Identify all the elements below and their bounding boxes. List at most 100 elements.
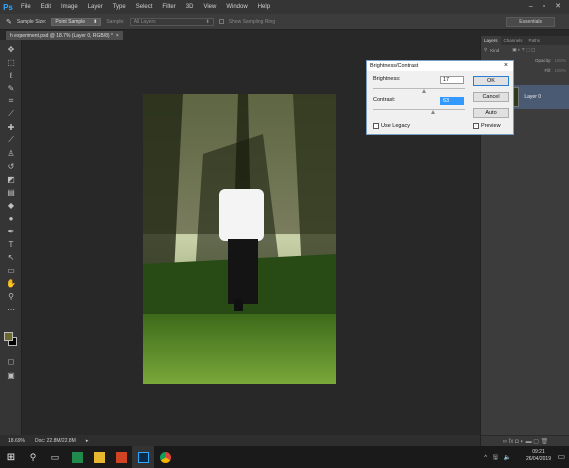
contrast-input[interactable]: 63 (440, 97, 464, 105)
close-icon[interactable]: × (116, 33, 119, 39)
brightness-slider[interactable] (373, 88, 465, 89)
search-icon: ⚲ (484, 47, 488, 52)
zoom-tool-icon[interactable]: ⚲ (6, 291, 16, 301)
path-selection-tool-icon[interactable]: ↖ (6, 252, 16, 262)
ok-button[interactable]: OK (473, 76, 509, 86)
healing-brush-tool-icon[interactable]: ✚ (6, 122, 16, 132)
kind-filter[interactable]: Kind (490, 48, 499, 53)
window-controls[interactable]: – ▫ ✕ (529, 2, 565, 10)
auto-button[interactable]: Auto (473, 108, 509, 118)
blur-tool-icon[interactable]: ◆ (6, 200, 16, 210)
crop-tool-icon[interactable]: ⌗ (6, 96, 16, 106)
chrome-app-icon[interactable] (154, 446, 176, 468)
preview-checkbox[interactable]: ✓ (473, 123, 479, 129)
document-title: h experiment.psd @ 18.7% (Layer 0, RGB/8… (10, 32, 113, 39)
layer-filter-row: ⚲ Kind ▣ ◐ T ⬚ ▢ (481, 45, 569, 55)
workspace-select[interactable]: Essentials (506, 17, 555, 27)
more-tools-icon[interactable]: ⋯ (6, 304, 16, 314)
menu-image[interactable]: Image (56, 4, 83, 10)
chevron-right-icon[interactable]: ▸ (86, 438, 89, 444)
zoom-level[interactable]: 18.69% (8, 438, 25, 444)
clock-time: 09:21 (532, 449, 545, 455)
brightness-input[interactable]: 17 (440, 76, 464, 84)
menu-window[interactable]: Window (221, 4, 252, 10)
show-ring-checkbox[interactable] (218, 19, 224, 24)
chevron-down-icon: ⬍ (205, 18, 210, 25)
menu-layer[interactable]: Layer (83, 4, 108, 10)
clock-date: 26/04/2019 (525, 456, 551, 462)
photoshop-app-icon[interactable] (132, 446, 154, 468)
gradient-tool-icon[interactable]: ▤ (6, 187, 16, 197)
menu-bar: Ps File Edit Image Layer Type Select Fil… (0, 0, 569, 14)
dialog-title: Brightness/Contrast (367, 61, 513, 71)
document-image[interactable] (143, 94, 336, 384)
menu-3d[interactable]: 3D (181, 4, 199, 10)
quick-mask-icon[interactable]: ◻ (6, 356, 16, 366)
close-icon[interactable]: × (504, 62, 508, 69)
menu-filter[interactable]: Filter (157, 4, 180, 10)
task-view-icon[interactable]: ▭ (44, 446, 66, 468)
panel-bottom-icons[interactable]: ∞ fx ◘ ◐ ▬ ▢ 🗑 (481, 435, 569, 446)
system-tray[interactable]: ^ 🖫 🔈 (484, 453, 513, 463)
type-tool-icon[interactable]: T (6, 239, 16, 249)
contrast-slider[interactable] (373, 109, 465, 110)
pen-tool-icon[interactable]: ✒ (6, 226, 16, 236)
brightness-label: Brightness: (373, 76, 401, 82)
menu-type[interactable]: Type (108, 4, 131, 10)
status-bar: 18.69% Doc: 22.8M/22.8M ▸ (0, 435, 480, 446)
publisher-app-icon[interactable] (66, 446, 88, 468)
windows-start-icon[interactable]: ⊞ (0, 446, 22, 468)
powerpoint-app-icon[interactable] (110, 446, 132, 468)
brush-tool-icon[interactable]: ⟋ (6, 135, 16, 145)
options-bar: ✎ Sample Size: Point Sample ⬍ Sample: All… (0, 14, 569, 30)
panel-tabs: Layers Channels Paths (481, 36, 569, 45)
tools-panel: ✥ ⬚ ℓ ✎ ⌗ ⟋ ✚ ⟋ ♙ ↺ ◩ ▤ ◆ ● ✒ T ↖ ▭ ✋ ⚲ … (0, 40, 22, 435)
taskbar: ⊞ ⚲ ▭ ^ 🖫 🔈 09:21 26/04/2019 ▭ (0, 446, 569, 468)
clock[interactable]: 09:21 26/04/2019 (526, 449, 551, 463)
checkmark-icon: ✓ (473, 123, 479, 129)
photoshop-logo: Ps (3, 2, 13, 12)
menu-view[interactable]: View (198, 4, 221, 10)
opacity-value[interactable]: 100% (554, 58, 566, 63)
layer-name[interactable]: Layer 0 (524, 94, 541, 100)
document-tab[interactable]: h experiment.psd @ 18.7% (Layer 0, RGB/8… (6, 31, 123, 40)
fill-value[interactable]: 100% (554, 68, 569, 73)
rectangle-tool-icon[interactable]: ▭ (6, 265, 16, 275)
tab-paths[interactable]: Paths (526, 36, 544, 45)
cancel-button[interactable]: Cancel (473, 92, 509, 102)
eyedropper-icon[interactable]: ✎ (6, 18, 12, 26)
quick-select-tool-icon[interactable]: ✎ (6, 83, 16, 93)
tab-channels[interactable]: Channels (501, 36, 526, 45)
sample-size-label: Sample Size: (16, 18, 47, 25)
hand-tool-icon[interactable]: ✋ (6, 278, 16, 288)
chevron-down-icon: ⬍ (93, 18, 98, 25)
show-ring-label: Show Sampling Ring (228, 18, 276, 25)
lasso-tool-icon[interactable]: ℓ (6, 70, 16, 80)
use-legacy-checkbox[interactable] (373, 123, 379, 129)
filter-icons[interactable]: ▣ ◐ T ⬚ ▢ (512, 47, 535, 53)
move-tool-icon[interactable]: ✥ (6, 44, 16, 54)
opacity-label: Opacity: (534, 57, 552, 63)
tab-layers[interactable]: Layers (481, 36, 501, 45)
fill-label: Fill: (544, 67, 552, 73)
foreground-color-swatch[interactable] (4, 332, 13, 341)
dodge-tool-icon[interactable]: ● (6, 213, 16, 223)
search-icon[interactable]: ⚲ (22, 446, 44, 468)
eyedropper-tool-icon[interactable]: ⟋ (6, 109, 16, 119)
preview-label: Preview (481, 123, 501, 129)
history-brush-tool-icon[interactable]: ↺ (6, 161, 16, 171)
menu-select[interactable]: Select (131, 4, 158, 10)
sample-label: Sample: (106, 18, 125, 25)
menu-help[interactable]: Help (253, 4, 275, 10)
sample-size-select[interactable]: Point Sample ⬍ (51, 17, 102, 26)
eraser-tool-icon[interactable]: ◩ (6, 174, 16, 184)
menu-edit[interactable]: Edit (36, 4, 56, 10)
sample-select[interactable]: All Layers ⬍ (129, 17, 214, 26)
screen-mode-icon[interactable]: ▣ (6, 370, 16, 380)
menu-file[interactable]: File (16, 4, 36, 10)
file-explorer-icon[interactable] (88, 446, 110, 468)
marquee-tool-icon[interactable]: ⬚ (6, 57, 16, 67)
notifications-icon[interactable]: ▭ (557, 452, 565, 461)
clone-stamp-tool-icon[interactable]: ♙ (6, 148, 16, 158)
doc-size[interactable]: Doc: 22.8M/22.8M (35, 438, 76, 444)
